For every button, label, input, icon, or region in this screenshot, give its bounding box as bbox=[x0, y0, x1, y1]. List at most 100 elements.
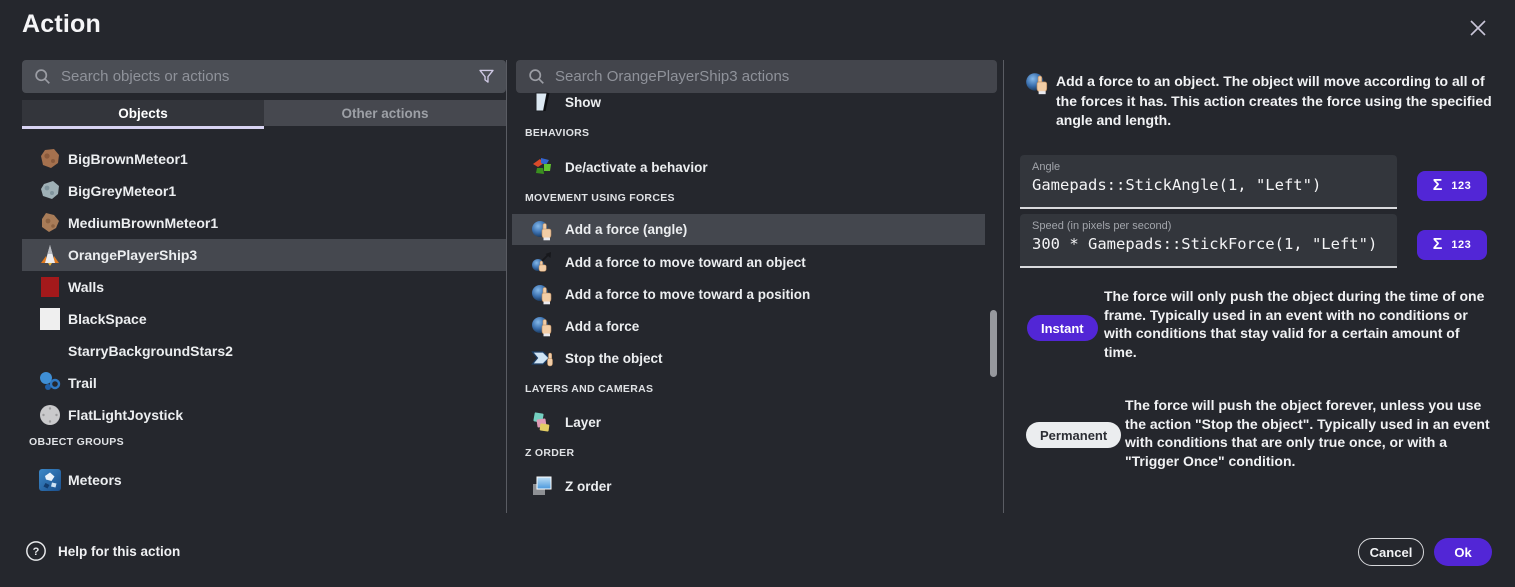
action-row[interactable]: Show bbox=[512, 86, 1003, 118]
behavior-icon bbox=[530, 155, 554, 179]
brown-meteor-icon bbox=[38, 147, 62, 171]
action-label: Z order bbox=[565, 479, 612, 494]
objects-search-input[interactable] bbox=[61, 68, 477, 85]
action-row-selected[interactable]: Add a force (angle) bbox=[512, 214, 985, 245]
help-icon: ? bbox=[25, 540, 47, 562]
object-label: BigGreyMeteor1 bbox=[68, 183, 176, 199]
action-label: De/activate a behavior bbox=[565, 160, 708, 175]
page-title: Action bbox=[22, 10, 101, 39]
angle-field-value[interactable]: Gamepads::StickAngle(1, "Left") bbox=[1032, 176, 1385, 194]
add-force-toward-object-icon bbox=[530, 250, 554, 274]
object-label: Walls bbox=[68, 279, 104, 295]
object-label: FlatLightJoystick bbox=[68, 407, 183, 423]
tab-underline bbox=[22, 126, 264, 129]
instant-description: The force will only push the object duri… bbox=[1104, 287, 1496, 361]
action-row[interactable]: De/activate a behavior bbox=[512, 151, 1003, 183]
actions-scrollbar[interactable] bbox=[990, 310, 997, 377]
numbers-icon: 123 bbox=[1451, 239, 1471, 251]
action-description: Add a force to an object. The object wil… bbox=[1056, 72, 1493, 131]
object-groups-heading: OBJECT GROUPS bbox=[29, 431, 124, 453]
object-row[interactable]: BigBrownMeteor1 bbox=[22, 143, 506, 175]
filter-icon[interactable] bbox=[477, 67, 496, 86]
brown-meteor-icon bbox=[38, 211, 62, 235]
stop-object-icon bbox=[530, 346, 554, 370]
action-row[interactable]: Add a force bbox=[512, 310, 1003, 342]
search-icon bbox=[34, 68, 51, 85]
sigma-icon: Σ bbox=[1433, 177, 1443, 195]
speed-field[interactable]: Speed (in pixels per second) 300 * Gamep… bbox=[1020, 214, 1397, 268]
speed-field-value[interactable]: 300 * Gamepads::StickForce(1, "Left") bbox=[1032, 235, 1385, 253]
action-row[interactable]: Layer bbox=[512, 406, 1003, 438]
grey-meteor-icon bbox=[38, 179, 62, 203]
object-row[interactable]: MediumBrownMeteor1 bbox=[22, 207, 506, 239]
panel-divider bbox=[1003, 60, 1004, 513]
help-label: Help for this action bbox=[58, 544, 180, 559]
actions-search-input[interactable] bbox=[555, 68, 987, 85]
joystick-icon bbox=[38, 403, 62, 427]
angle-expression-button[interactable]: Σ 123 bbox=[1417, 171, 1487, 201]
action-label: Layer bbox=[565, 415, 601, 430]
trail-icon bbox=[38, 371, 62, 395]
permanent-description: The force will push the object forever, … bbox=[1125, 396, 1495, 470]
angle-field[interactable]: Angle Gamepads::StickAngle(1, "Left") bbox=[1020, 155, 1397, 209]
object-row[interactable]: Trail bbox=[22, 367, 506, 399]
action-row[interactable]: Z order bbox=[512, 470, 1003, 502]
cancel-button[interactable]: Cancel bbox=[1358, 538, 1424, 566]
add-force-icon bbox=[530, 218, 554, 242]
speed-field-label: Speed (in pixels per second) bbox=[1032, 220, 1385, 232]
section-heading: MOVEMENT USING FORCES bbox=[525, 187, 675, 209]
action-row[interactable]: Stop the object bbox=[512, 342, 1003, 374]
search-icon bbox=[528, 68, 545, 85]
object-row[interactable]: StarryBackgroundStars2 bbox=[22, 335, 506, 367]
section-heading: BEHAVIORS bbox=[525, 122, 589, 144]
help-link[interactable]: ? Help for this action bbox=[25, 540, 180, 562]
show-icon bbox=[530, 90, 554, 114]
objects-search[interactable] bbox=[22, 60, 506, 93]
object-row-selected[interactable]: OrangePlayerShip3 bbox=[22, 239, 506, 271]
permanent-badge: Permanent bbox=[1026, 422, 1121, 448]
tab-other-actions[interactable]: Other actions bbox=[264, 100, 506, 126]
action-label: Add a force to move toward a position bbox=[565, 287, 810, 302]
left-tabs: Objects Other actions bbox=[22, 100, 506, 126]
section-heading: Z ORDER bbox=[525, 442, 574, 464]
numbers-icon: 123 bbox=[1451, 180, 1471, 192]
layer-icon bbox=[530, 410, 554, 434]
close-button[interactable] bbox=[1464, 14, 1492, 42]
red-square-icon bbox=[38, 275, 62, 299]
action-label: Stop the object bbox=[565, 351, 663, 366]
action-row[interactable]: Add a force to move toward an object bbox=[512, 246, 1003, 278]
speed-expression-button[interactable]: Σ 123 bbox=[1417, 230, 1487, 260]
section-heading: LAYERS AND CAMERAS bbox=[525, 378, 653, 400]
add-force-icon bbox=[530, 282, 554, 306]
object-label: Trail bbox=[68, 375, 97, 391]
meteors-group-icon bbox=[38, 468, 62, 492]
action-label: Add a force bbox=[565, 319, 639, 334]
object-label: BlackSpace bbox=[68, 311, 147, 327]
instant-badge: Instant bbox=[1027, 315, 1098, 341]
object-label: BigBrownMeteor1 bbox=[68, 151, 188, 167]
add-force-icon bbox=[1024, 70, 1050, 101]
panel-divider bbox=[506, 60, 507, 513]
action-row[interactable]: Add a force to move toward a position bbox=[512, 278, 1003, 310]
angle-field-label: Angle bbox=[1032, 161, 1385, 173]
object-row[interactable]: Walls bbox=[22, 271, 506, 303]
svg-text:?: ? bbox=[33, 546, 40, 558]
white-square-icon bbox=[38, 307, 62, 331]
object-label: MediumBrownMeteor1 bbox=[68, 215, 218, 231]
tab-objects[interactable]: Objects bbox=[22, 100, 264, 126]
z-order-icon bbox=[530, 474, 554, 498]
object-row[interactable]: FlatLightJoystick bbox=[22, 399, 506, 431]
empty-icon bbox=[38, 339, 62, 363]
close-icon bbox=[1468, 18, 1488, 38]
ok-button[interactable]: Ok bbox=[1434, 538, 1492, 566]
object-label: OrangePlayerShip3 bbox=[68, 247, 197, 263]
action-label: Add a force (angle) bbox=[565, 222, 687, 237]
object-row[interactable]: BlackSpace bbox=[22, 303, 506, 335]
object-row[interactable]: BigGreyMeteor1 bbox=[22, 175, 506, 207]
group-row[interactable]: Meteors bbox=[22, 464, 506, 496]
group-label: Meteors bbox=[68, 472, 122, 488]
action-label: Add a force to move toward an object bbox=[565, 255, 806, 270]
sigma-icon: Σ bbox=[1433, 236, 1443, 254]
add-force-icon bbox=[530, 314, 554, 338]
object-label: StarryBackgroundStars2 bbox=[68, 343, 233, 359]
